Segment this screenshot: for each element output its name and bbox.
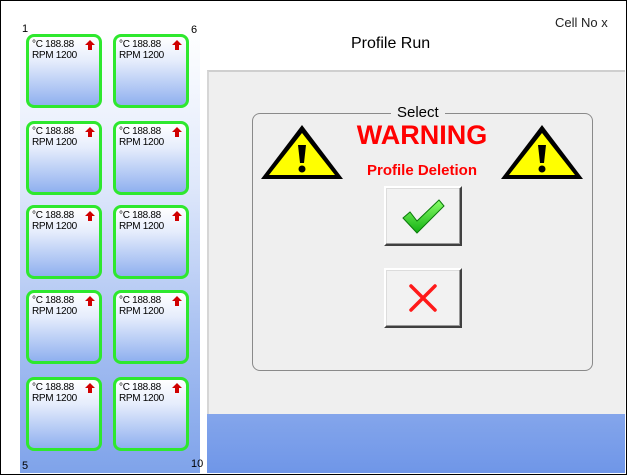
cell-index-bottom-right: 10 <box>191 458 204 470</box>
cell-temperature: °C 188.88 <box>119 295 161 306</box>
cell-tile[interactable]: °C 188.88 RPM 1200 <box>113 34 189 108</box>
red-up-arrow-icon <box>172 40 182 50</box>
cell-rpm: RPM 1200 <box>32 137 77 148</box>
cell-rpm: RPM 1200 <box>119 137 164 148</box>
cell-rpm: RPM 1200 <box>119 393 164 404</box>
red-up-arrow-icon <box>172 383 182 393</box>
cell-tile[interactable]: °C 188.88 RPM 1200 <box>113 205 189 279</box>
cell-tile[interactable]: °C 188.88 RPM 1200 <box>113 121 189 195</box>
cancel-button[interactable] <box>384 268 462 328</box>
cell-temperature: °C 188.88 <box>32 126 74 137</box>
cell-temperature: °C 188.88 <box>119 126 161 137</box>
page-title: Profile Run <box>351 35 431 52</box>
warning-title: WARNING <box>356 120 488 150</box>
red-up-arrow-icon <box>172 127 182 137</box>
cell-rpm: RPM 1200 <box>119 221 164 232</box>
red-up-arrow-icon <box>85 127 95 137</box>
cell-rpm: RPM 1200 <box>32 221 77 232</box>
cell-tile[interactable]: °C 188.88 RPM 1200 <box>113 377 189 451</box>
cell-tile[interactable]: °C 188.88 RPM 1200 <box>26 290 102 364</box>
cross-icon <box>409 284 437 312</box>
red-up-arrow-icon <box>85 211 95 221</box>
cell-temperature: °C 188.88 <box>32 39 74 50</box>
cell-temperature: °C 188.88 <box>119 39 161 50</box>
cell-index-top-left: 1 <box>22 23 29 35</box>
cell-tile[interactable]: °C 188.88 RPM 1200 <box>26 34 102 108</box>
cell-temperature: °C 188.88 <box>32 295 74 306</box>
warning-triangle-icon <box>258 122 346 182</box>
confirm-button[interactable] <box>384 186 462 246</box>
cell-temperature: °C 188.88 <box>32 210 74 221</box>
cell-index-top-right: 6 <box>191 24 198 36</box>
cell-temperature: °C 188.88 <box>119 382 161 393</box>
warning-subtitle: Profile Deletion <box>366 162 478 179</box>
red-up-arrow-icon <box>172 296 182 306</box>
cell-tile[interactable]: °C 188.88 RPM 1200 <box>26 205 102 279</box>
cell-number-label: Cell No x <box>555 15 608 30</box>
cell-rpm: RPM 1200 <box>32 50 77 61</box>
cell-tile[interactable]: °C 188.88 RPM 1200 <box>113 290 189 364</box>
warning-triangle-icon <box>498 122 586 182</box>
checkmark-icon <box>402 199 445 234</box>
cell-rpm: RPM 1200 <box>32 306 77 317</box>
cell-temperature: °C 188.88 <box>32 382 74 393</box>
cell-rpm: RPM 1200 <box>119 50 164 61</box>
select-group-label: Select <box>391 104 445 121</box>
red-up-arrow-icon <box>85 383 95 393</box>
cell-tile[interactable]: °C 188.88 RPM 1200 <box>26 377 102 451</box>
cell-rpm: RPM 1200 <box>119 306 164 317</box>
red-up-arrow-icon <box>172 211 182 221</box>
cell-temperature: °C 188.88 <box>119 210 161 221</box>
red-up-arrow-icon <box>85 296 95 306</box>
red-up-arrow-icon <box>85 40 95 50</box>
cell-index-bottom-left: 5 <box>22 460 29 472</box>
cell-rpm: RPM 1200 <box>32 393 77 404</box>
cell-tile[interactable]: °C 188.88 RPM 1200 <box>26 121 102 195</box>
